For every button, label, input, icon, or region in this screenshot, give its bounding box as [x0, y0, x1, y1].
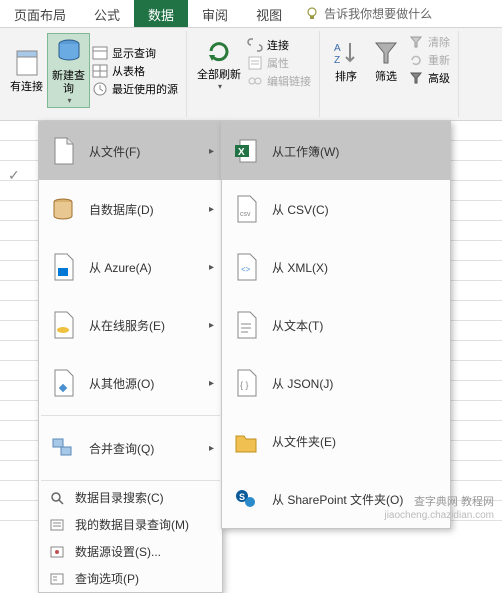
- reapply-button[interactable]: 重新: [406, 51, 452, 69]
- json-icon: { }: [232, 368, 260, 398]
- menu-from-online-services[interactable]: 从在线服务(E) ▸: [39, 296, 222, 354]
- menu-from-json[interactable]: { } 从 JSON(J): [222, 354, 450, 412]
- funnel-icon: [370, 37, 402, 69]
- chevron-right-icon: ▸: [209, 204, 214, 215]
- menu-from-csv[interactable]: csv 从 CSV(C): [222, 180, 450, 238]
- reapply-icon: [408, 52, 424, 68]
- cloud-icon: [49, 310, 77, 340]
- filter-button[interactable]: 筛选: [366, 33, 406, 87]
- svg-text:{ }: { }: [240, 380, 249, 390]
- chevron-right-icon: ▸: [209, 320, 214, 331]
- tell-me-label: 告诉我你想要做什么: [324, 5, 432, 22]
- menu-from-text[interactable]: 从文本(T): [222, 296, 450, 354]
- svg-text:S: S: [239, 492, 245, 502]
- tab-page-layout[interactable]: 页面布局: [0, 0, 80, 27]
- new-query-button[interactable]: 新建查 询 ▾: [47, 33, 90, 108]
- ribbon: 有连接 新建查 询 ▾ 显示查询 从表格 最近使用的源: [0, 28, 502, 121]
- menu-data-source-settings[interactable]: 数据源设置(S)...: [39, 538, 222, 565]
- chevron-right-icon: ▸: [209, 378, 214, 389]
- svg-text:X: X: [238, 147, 245, 158]
- refresh-icon: [203, 35, 235, 67]
- database-stack-icon: [49, 194, 77, 224]
- tab-formulas[interactable]: 公式: [80, 0, 134, 27]
- chain-icon: [247, 73, 263, 89]
- advanced-icon: [408, 70, 424, 86]
- grid-icon: [92, 63, 108, 79]
- chevron-right-icon: ▸: [209, 146, 214, 157]
- from-file-submenu: X 从工作簿(W) csv 从 CSV(C) <> 从 XML(X) 从文本(T…: [221, 121, 451, 529]
- chevron-right-icon: ▸: [209, 443, 214, 454]
- search-icon: [49, 490, 65, 506]
- menu-from-azure[interactable]: 从 Azure(A) ▸: [39, 238, 222, 296]
- svg-text:<>: <>: [241, 265, 251, 274]
- options-icon: [49, 571, 65, 587]
- csv-icon: csv: [232, 194, 260, 224]
- menu-from-xml[interactable]: <> 从 XML(X): [222, 238, 450, 296]
- settings-icon: [49, 544, 65, 560]
- excel-icon: X: [232, 136, 260, 166]
- menu-my-catalog-queries[interactable]: 我的数据目录查询(M): [39, 511, 222, 538]
- lightbulb-icon: [304, 6, 320, 22]
- sharepoint-icon: S: [232, 484, 260, 514]
- existing-connections-button[interactable]: 有连接: [6, 33, 47, 108]
- edit-links-button[interactable]: 编辑链接: [245, 72, 313, 90]
- ribbon-tabs: 页面布局 公式 数据 审阅 视图 告诉我你想要做什么: [0, 0, 502, 28]
- diamond-icon: [49, 368, 77, 398]
- tab-view[interactable]: 视图: [242, 0, 296, 27]
- menu-combine-queries[interactable]: 合并查询(Q) ▸: [39, 419, 222, 477]
- menu-from-other-sources[interactable]: 从其他源(O) ▸: [39, 354, 222, 412]
- new-query-menu: 从文件(F) ▸ 自数据库(D) ▸ 从 Azure(A) ▸ 从在线服务(E)…: [38, 121, 223, 593]
- azure-icon: [49, 252, 77, 282]
- properties-icon: [247, 55, 263, 71]
- svg-text:Z: Z: [334, 55, 340, 66]
- text-file-icon: [232, 310, 260, 340]
- clear-icon: [408, 34, 424, 50]
- menu-query-options[interactable]: 查询选项(P): [39, 565, 222, 592]
- recent-sources-button[interactable]: 最近使用的源: [90, 80, 180, 98]
- connections-button[interactable]: 连接: [245, 36, 313, 54]
- menu-separator: [41, 480, 220, 481]
- list-icon: [49, 517, 65, 533]
- svg-text:A: A: [334, 43, 341, 54]
- menu-from-file[interactable]: 从文件(F) ▸: [39, 122, 222, 180]
- watermark: 查字典网 教程网 jiaocheng.chazidian.com: [384, 495, 494, 523]
- table-icon: [92, 45, 108, 61]
- xml-icon: <>: [232, 252, 260, 282]
- advanced-filter-button[interactable]: 高级: [406, 69, 452, 87]
- clear-filter-button[interactable]: 清除: [406, 33, 452, 51]
- refresh-all-button[interactable]: 全部刷新 ▾: [193, 33, 245, 93]
- chevron-right-icon: ▸: [209, 262, 214, 273]
- sort-button[interactable]: AZ 排序: [326, 33, 366, 87]
- cylinder-db-icon: [53, 36, 85, 68]
- menu-from-workbook[interactable]: X 从工作簿(W): [222, 122, 450, 180]
- tab-review[interactable]: 审阅: [188, 0, 242, 27]
- menu-separator: [41, 415, 220, 416]
- chevron-down-icon: ▾: [67, 96, 71, 105]
- database-icon: [11, 47, 43, 79]
- tell-me-search[interactable]: 告诉我你想要做什么: [296, 0, 440, 27]
- ribbon-group-connections: 全部刷新 ▾ 连接 属性 编辑链接: [187, 31, 320, 117]
- chevron-down-icon: ▾: [218, 82, 222, 91]
- menu-from-database[interactable]: 自数据库(D) ▸: [39, 180, 222, 238]
- merge-icon: [49, 433, 77, 463]
- tab-data[interactable]: 数据: [134, 0, 188, 27]
- link-icon: [247, 37, 263, 53]
- menu-from-folder[interactable]: 从文件夹(E): [222, 412, 450, 470]
- ribbon-group-sort-filter: AZ 排序 筛选 清除 重新 高级: [320, 31, 459, 117]
- svg-text:csv: csv: [240, 211, 251, 218]
- menu-catalog-search[interactable]: 数据目录搜索(C): [39, 484, 222, 511]
- folder-icon: [232, 426, 260, 456]
- checkmark-icon: ✓: [8, 167, 20, 184]
- from-table-button[interactable]: 从表格: [90, 62, 180, 80]
- show-queries-button[interactable]: 显示查询: [90, 44, 180, 62]
- clock-icon: [92, 81, 108, 97]
- sort-az-icon: AZ: [330, 37, 362, 69]
- ribbon-group-get-data: 有连接 新建查 询 ▾ 显示查询 从表格 最近使用的源: [0, 31, 187, 117]
- properties-button[interactable]: 属性: [245, 54, 313, 72]
- file-icon: [49, 136, 77, 166]
